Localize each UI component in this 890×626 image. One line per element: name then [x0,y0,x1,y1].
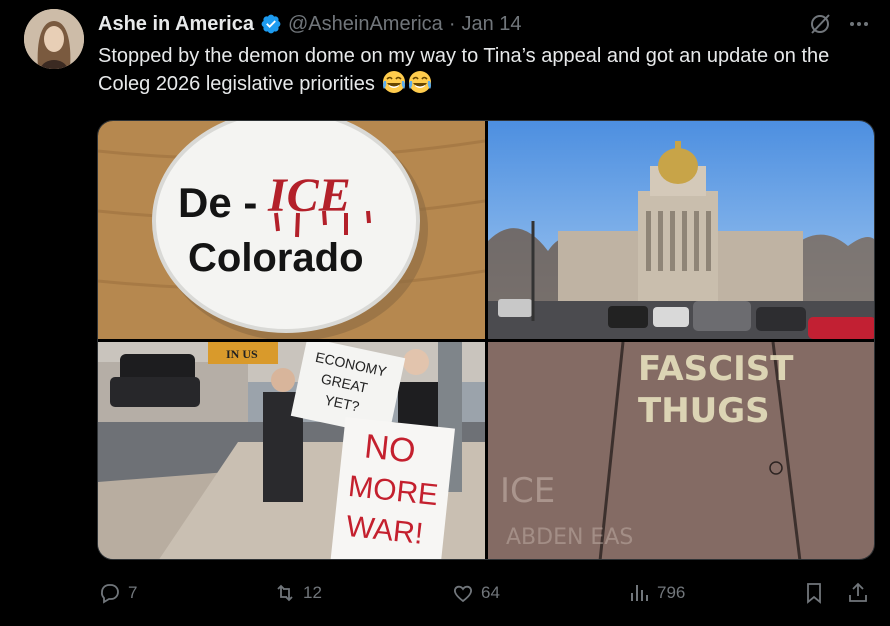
photo-button[interactable]: De - ICE Colorado [98,121,485,339]
like-button[interactable]: 64 [451,579,500,607]
chalk-text-line1: FASCIST [638,349,794,389]
sign-war-line1: NO [363,427,418,470]
tweet[interactable]: Ashe in America @AsheinAmerica · Jan 14 … [0,0,890,626]
tweet-text: Stopped by the demon dome on my way to T… [98,42,878,98]
face-with-tears-of-joy-icon [383,71,406,93]
face-with-tears-of-joy-icon [409,71,432,93]
reply-count: 7 [128,583,138,602]
reply-icon [101,584,119,604]
tweet-header: Ashe in America @AsheinAmerica · Jan 14 [98,10,522,38]
handle[interactable]: @AsheinAmerica [288,13,443,36]
chalk-faint-line2: ABDEN EAS [506,525,633,550]
button-text-ice: ICE [267,169,351,222]
tweet-date[interactable]: Jan 14 [461,13,521,36]
avatar[interactable] [24,9,84,69]
button-text-de: De - [178,179,257,226]
photo-capitol[interactable] [488,121,874,339]
more-icon[interactable] [846,12,872,36]
views-button[interactable]: 796 [627,579,685,607]
views-icon [631,585,648,601]
like-icon [454,585,472,603]
photo-chalk[interactable]: FASCIST THUGS ICE ABDEN EAS [488,342,874,559]
repost-button[interactable]: 12 [273,579,322,607]
bookmark-icon [807,583,821,604]
reply-button[interactable]: 7 [98,579,137,607]
display-name[interactable]: Ashe in America [98,13,254,36]
share-button[interactable] [846,579,870,607]
photo-protest[interactable]: IN US ECONOMY GREAT YET? NO MORE WAR! [98,342,485,559]
share-icon [849,582,867,602]
grok-icon[interactable] [808,12,832,36]
views-count: 796 [657,583,686,602]
repost-icon [277,584,293,602]
sign-banner-text: IN US [226,347,258,361]
repost-count: 12 [303,583,322,602]
chalk-faint-line1: ICE [500,471,555,511]
separator: · [448,12,456,35]
verified-badge-icon [261,14,281,34]
tweet-body: Stopped by the demon dome on my way to T… [98,45,830,95]
like-count: 64 [481,583,500,602]
media-grid: De - ICE Colorado IN US ECONOMY GREAT YE… [97,120,875,560]
chalk-text-line2: THUGS [638,391,770,431]
button-text-colorado: Colorado [188,236,364,280]
bookmark-button[interactable] [802,579,826,607]
